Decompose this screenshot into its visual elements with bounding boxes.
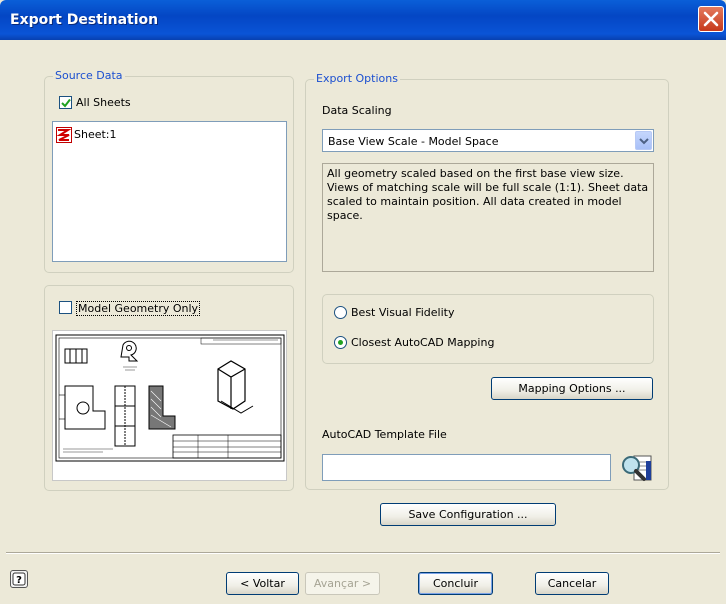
data-scaling-description: All geometry scaled based on the first b… [322, 163, 654, 272]
help-button[interactable]: ? [10, 570, 28, 588]
closest-autocad-mapping-radio[interactable] [334, 336, 347, 349]
template-file-label: AutoCAD Template File [322, 428, 447, 441]
chevron-down-icon [639, 138, 649, 145]
drawing-preview [52, 330, 287, 481]
source-data-legend: Source Data [53, 69, 125, 82]
mapping-mode-group [322, 294, 654, 364]
data-scaling-label: Data Scaling [322, 104, 392, 117]
best-visual-fidelity-radio[interactable] [334, 306, 347, 319]
drawing-preview-image [55, 334, 285, 462]
back-button[interactable]: < Voltar [226, 572, 299, 595]
sheets-list[interactable]: Sheet:1 [52, 121, 287, 262]
best-visual-fidelity-label[interactable]: Best Visual Fidelity [351, 306, 454, 319]
close-button[interactable] [698, 6, 724, 32]
all-sheets-label[interactable]: All Sheets [76, 96, 131, 109]
close-icon [703, 11, 719, 27]
next-button[interactable]: Avançar > [305, 572, 380, 595]
model-geometry-label[interactable]: Model Geometry Only [76, 301, 201, 316]
help-icon: ? [12, 572, 26, 586]
dropdown-button[interactable] [635, 131, 652, 150]
radio-selected-dot [338, 340, 343, 345]
data-scaling-value: Base View Scale - Model Space [328, 135, 499, 148]
save-configuration-button[interactable]: Save Configuration ... [380, 503, 556, 526]
svg-text:?: ? [16, 575, 22, 586]
data-scaling-select[interactable]: Base View Scale - Model Space [322, 129, 654, 152]
footer-separator-highlight [6, 553, 720, 554]
browse-file-icon [622, 455, 652, 481]
checkmark-icon [61, 98, 71, 108]
finish-button[interactable]: Concluir [418, 572, 493, 595]
sheet-icon [56, 127, 72, 143]
model-geometry-checkbox[interactable] [59, 301, 72, 314]
sheet-label: Sheet:1 [74, 128, 117, 141]
title-bar: Export Destination [0, 0, 726, 40]
template-file-input[interactable] [322, 454, 611, 481]
cancel-button[interactable]: Cancelar [535, 572, 609, 595]
all-sheets-checkbox[interactable] [59, 96, 72, 109]
export-options-legend: Export Options [314, 72, 400, 85]
window-title: Export Destination [10, 12, 159, 28]
closest-autocad-mapping-label[interactable]: Closest AutoCAD Mapping [351, 336, 494, 349]
mapping-options-button[interactable]: Mapping Options ... [491, 377, 653, 400]
browse-button[interactable] [620, 453, 654, 483]
